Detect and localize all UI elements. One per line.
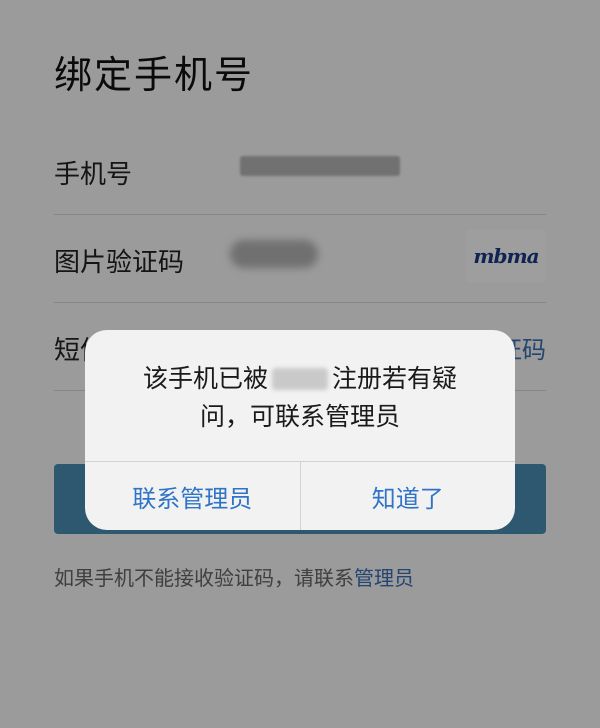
contact-admin-button[interactable]: 联系管理员 (85, 462, 300, 530)
redacted-name (272, 368, 328, 390)
ok-button[interactable]: 知道了 (299, 462, 516, 530)
dialog-message-before: 该手机已被 (142, 364, 268, 393)
alert-dialog: 该手机已被 注册若有疑问，可联系管理员 联系管理员 知道了 (85, 330, 515, 530)
dialog-actions: 联系管理员 知道了 (85, 461, 515, 530)
dialog-message: 该手机已被 注册若有疑问，可联系管理员 (121, 360, 479, 436)
